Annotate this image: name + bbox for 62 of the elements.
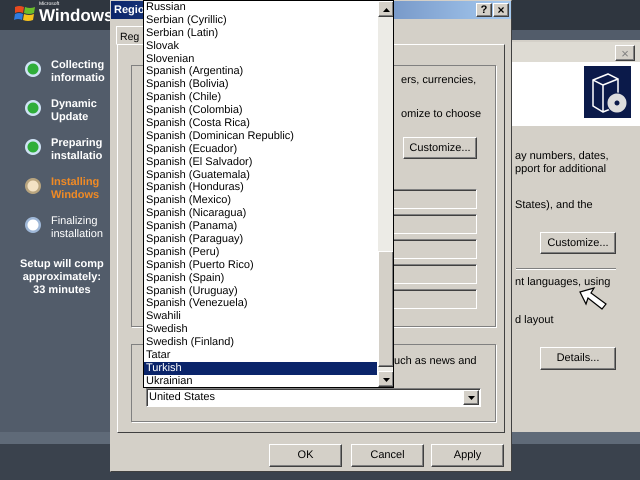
list-item[interactable]: Spanish (El Salvador) [144,156,377,169]
windows-flag-icon [14,3,36,23]
list-item[interactable]: Spanish (Guatemala) [144,168,377,182]
dropdown-arrow-button[interactable] [463,390,479,405]
dialog-button[interactable]: OK [269,444,342,467]
triangle-up-icon [383,8,390,12]
list-item[interactable]: Tatar [144,349,377,362]
description-text: ers, currencies, [401,74,476,87]
list-item[interactable]: Spanish (Chile) [144,91,377,104]
time-remaining-text: Setup will comp approximately: 33 minutes [20,258,104,297]
list-item[interactable]: Spanish (Colombia) [144,104,377,118]
scrollbar-thumb[interactable] [378,251,393,367]
list-item[interactable]: Spanish (Mexico) [144,194,377,208]
list-item[interactable]: Spanish (Spain) [144,272,377,285]
windows-logo-text: Windows [39,7,114,24]
step-label: Dynamic Update [51,98,97,124]
box-cd-icon [584,66,631,118]
list-item[interactable]: Slovenian [144,52,377,66]
list-item[interactable]: Spanish (Panama) [144,220,377,234]
combo-value: United States [149,391,216,404]
triangle-down-icon [468,396,475,400]
list-item[interactable]: Swedish (Finland) [144,336,377,350]
list-item[interactable]: Spanish (Honduras) [144,181,377,194]
list-item[interactable]: Russian [144,1,377,14]
description-text: uch as news and [394,355,477,368]
list-item[interactable]: Spanish (Costa Rica) [144,117,377,130]
list-item[interactable]: Spanish (Dominican Republic) [144,130,377,143]
close-button[interactable]: × [493,3,509,17]
cursor-icon [578,286,608,312]
dialog-button[interactable]: Apply [431,444,504,467]
dialog-button[interactable]: Cancel [351,444,424,467]
step-label: Collecting informatio [51,59,105,85]
list-item[interactable]: Spanish (Peru) [144,246,377,259]
step-label: Installing Windows [51,176,100,202]
scroll-down-button[interactable] [378,371,393,387]
triangle-down-icon [383,378,390,382]
list-item[interactable]: Spanish (Nicaragua) [144,207,377,220]
description-text: d layout [515,314,554,327]
description-text: omize to choose [401,108,482,121]
list-item[interactable]: Serbian (Cyrillic) [144,14,377,27]
customize-button[interactable]: Customize... [403,137,477,159]
list-item[interactable]: Turkish [144,362,377,375]
step-label: Finalizing installation [51,215,103,241]
step-label: Preparing installatio [51,137,102,163]
list-item[interactable]: Spanish (Paraguay) [144,233,377,246]
description-text: ay numbers, dates, pport for additional [515,150,609,176]
list-item[interactable]: Spanish (Bolivia) [144,78,377,92]
description-text: nt languages, using [515,276,610,289]
list-item[interactable]: Spanish (Venezuela) [144,297,377,310]
list-item[interactable]: Spanish (Argentina) [144,65,377,78]
customize-button[interactable]: Customize... [540,232,616,254]
list-item[interactable]: Spanish (Ecuador) [144,142,377,156]
description-text: States), and the [515,199,593,212]
list-item[interactable]: Spanish (Uruguay) [144,284,377,298]
list-item[interactable]: Ukrainian [144,374,377,387]
list-item[interactable]: Swahili [144,310,377,324]
details-button[interactable]: Details... [540,347,616,370]
help-button[interactable]: ? [476,3,492,17]
list-item[interactable]: Spanish (Puerto Rico) [144,258,377,272]
scroll-up-button[interactable] [378,1,393,17]
combo-box[interactable]: United States [146,388,481,407]
list-item[interactable]: Swedish [144,323,377,336]
